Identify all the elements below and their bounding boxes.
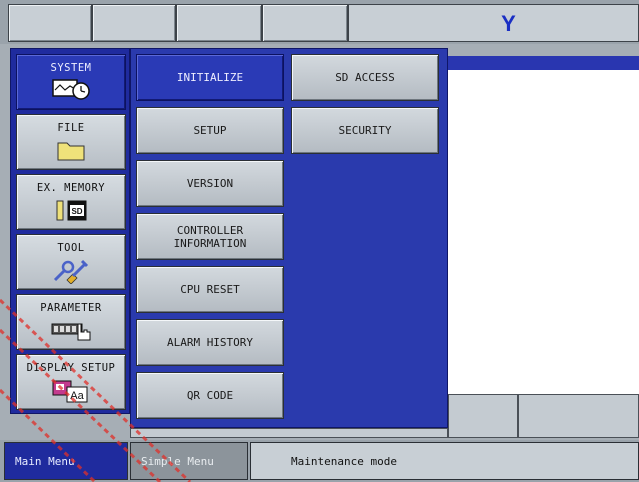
menu-file[interactable]: FILE [16,114,126,170]
submenu-security[interactable]: SECURITY [291,107,439,154]
status-cell-1 [448,394,518,438]
submenu-initialize[interactable]: INITIALIZE [136,54,284,101]
submenu-controller-information[interactable]: CONTROLLER INFORMATION [136,213,284,260]
menu-display-setup[interactable]: DISPLAY SETUP Aa [16,354,126,410]
top-button-2[interactable] [92,4,176,42]
main-menu-panel: SYSTEM FILE EX. MEMORY SD TOOL PARAMETER… [10,48,130,414]
window-title: Y [348,4,639,42]
menu-system[interactable]: SYSTEM [16,54,126,110]
content-window [440,56,639,394]
top-button-3[interactable] [176,4,262,42]
sd-card-icon: SD [56,200,87,221]
clock-window-icon [52,79,90,100]
menu-system-label: SYSTEM [50,62,92,74]
submenu-panel: INITIALIZE SETUP VERSION CONTROLLER INFO… [130,48,448,428]
wrench-tool-icon [53,259,89,284]
main-menu-button[interactable]: Main Menu [4,442,128,480]
submenu-sd-access[interactable]: SD ACCESS [291,54,439,101]
top-button-4[interactable] [262,4,348,42]
submenu-alarm-history[interactable]: ALARM HISTORY [136,319,284,366]
folder-icon [57,142,85,161]
menu-parameter[interactable]: PARAMETER [16,294,126,350]
parameter-hand-icon [51,323,91,341]
submenu-setup[interactable]: SETUP [136,107,284,154]
status-message: Maintenance mode [250,442,639,480]
content-title-bar [440,56,639,70]
menu-display-setup-label: DISPLAY SETUP [26,362,116,374]
svg-text:Aa: Aa [70,390,84,402]
menu-tool[interactable]: TOOL [16,234,126,290]
menu-file-label: FILE [57,122,85,134]
display-font-icon: Aa [52,380,88,403]
menu-tool-label: TOOL [57,242,85,254]
menu-ex-memory-label: EX. MEMORY [36,182,106,194]
simple-menu-button[interactable]: Simple Menu [130,442,248,480]
top-button-1[interactable] [8,4,92,42]
status-strip [130,428,448,438]
submenu-cpu-reset[interactable]: CPU RESET [136,266,284,313]
submenu-qr-code[interactable]: QR CODE [136,372,284,419]
svg-text:SD: SD [71,207,82,216]
status-cell-2 [518,394,639,438]
submenu-version[interactable]: VERSION [136,160,284,207]
menu-ex-memory[interactable]: EX. MEMORY SD [16,174,126,230]
menu-parameter-label: PARAMETER [40,302,102,314]
